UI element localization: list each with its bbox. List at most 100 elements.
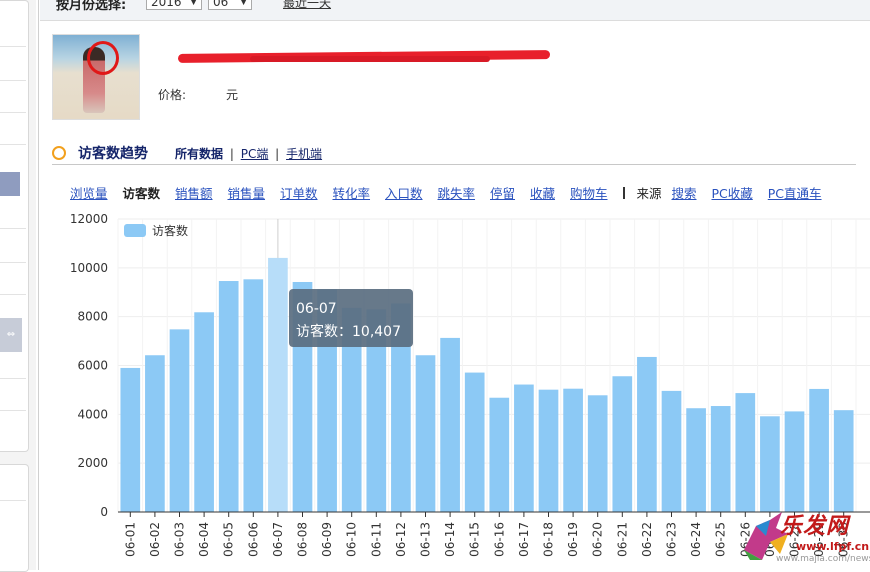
- x-tick-label: 06-19: [566, 522, 580, 557]
- device-filter-pc[interactable]: PC端: [241, 147, 269, 161]
- bar-06-15[interactable]: [464, 372, 485, 512]
- recent-day-link[interactable]: 最近一天: [283, 0, 331, 11]
- metric-tab-favorites[interactable]: 收藏: [530, 186, 555, 201]
- x-tick-label: 06-05: [222, 522, 236, 557]
- x-tick-label: 06-13: [419, 522, 433, 557]
- bar-06-03[interactable]: [169, 329, 190, 512]
- y-tick-label: 2000: [77, 456, 108, 470]
- watermark-url: www.lfpf.cn: [796, 540, 870, 553]
- bar-06-07[interactable]: [268, 257, 288, 512]
- price-label: 价格:: [158, 88, 187, 102]
- y-tick-label: 8000: [77, 310, 108, 324]
- bar-06-13[interactable]: [415, 355, 436, 512]
- left-sidebar: ⇔: [0, 0, 36, 572]
- sidebar-panel-top: [0, 0, 29, 452]
- metric-tab-bounce-rate[interactable]: 跳失率: [438, 186, 476, 201]
- bar-06-20[interactable]: [587, 395, 608, 512]
- source-tab-pc-favorites[interactable]: PC收藏: [711, 186, 752, 201]
- bar-06-16[interactable]: [489, 397, 510, 512]
- bar-06-22[interactable]: [637, 356, 657, 512]
- month-select[interactable]: 06 ▼: [208, 0, 252, 10]
- x-tick-label: 06-24: [689, 522, 703, 557]
- device-filter-all[interactable]: 所有数据: [175, 147, 223, 161]
- sidebar-divider: [0, 378, 26, 379]
- x-tick-label: 06-09: [320, 522, 334, 557]
- sidebar-divider: [0, 228, 26, 229]
- x-tick-label: 06-25: [714, 522, 728, 557]
- metric-tab-visitors[interactable]: 访客数: [123, 186, 161, 201]
- tooltip-value: 访客数：10,407: [296, 323, 401, 340]
- x-tick-label: 06-01: [123, 522, 137, 557]
- bar-06-19[interactable]: [563, 388, 583, 512]
- bar-06-24[interactable]: [686, 408, 706, 512]
- metric-tab-orders[interactable]: 订单数: [280, 186, 318, 201]
- x-tick-label: 06-23: [665, 522, 679, 557]
- section-bullet-icon: [52, 146, 66, 160]
- bar-06-01[interactable]: [120, 367, 141, 512]
- y-tick-label: 6000: [77, 359, 108, 373]
- watermark-url-secondary: www.majia.com/news: [776, 554, 870, 564]
- metric-tab-pageviews[interactable]: 浏览量: [70, 186, 108, 201]
- metric-tab-entries[interactable]: 入口数: [385, 186, 423, 201]
- y-tick-label: 0: [100, 505, 108, 519]
- bar-06-28[interactable]: [784, 411, 805, 512]
- chevron-down-icon: ▼: [190, 0, 197, 7]
- x-tick-label: 06-11: [369, 522, 383, 557]
- redaction-circle: [87, 41, 119, 75]
- x-tick-label: 06-15: [468, 522, 482, 557]
- sidebar-divider: [0, 80, 26, 81]
- y-tick-label: 12000: [70, 212, 108, 226]
- metric-tab-conversion[interactable]: 转化率: [333, 186, 371, 201]
- watermark-brand: 乐发网: [780, 514, 850, 539]
- device-filter-mobile[interactable]: 手机端: [286, 147, 322, 161]
- bar-06-05[interactable]: [218, 281, 239, 512]
- chevron-down-icon: ▼: [240, 0, 247, 7]
- bar-06-27[interactable]: [760, 416, 780, 512]
- year-select-value: 2016: [151, 0, 182, 9]
- x-tick-label: 06-20: [591, 522, 605, 557]
- content-border: [38, 0, 39, 570]
- sidebar-divider: [0, 144, 26, 145]
- metric-tab-cart[interactable]: 购物车: [570, 186, 608, 201]
- sidebar-collapse-tab[interactable]: ⇔: [0, 318, 22, 352]
- source-tab-pc-ads[interactable]: PC直通车: [768, 186, 822, 201]
- bar-06-29[interactable]: [809, 388, 829, 512]
- separator: |: [229, 147, 234, 161]
- bar-06-02[interactable]: [145, 355, 165, 512]
- bar-06-06[interactable]: [243, 279, 264, 512]
- sidebar-divider: [0, 262, 26, 263]
- bar-06-17[interactable]: [514, 384, 534, 512]
- product-thumbnail[interactable]: [52, 34, 140, 120]
- x-tick-label: 06-06: [246, 522, 260, 557]
- x-tick-label: 06-07: [271, 522, 285, 557]
- year-select[interactable]: 2016 ▼: [146, 0, 202, 10]
- x-tick-label: 06-16: [492, 522, 506, 557]
- y-tick-label: 4000: [77, 407, 108, 421]
- sidebar-divider: [0, 46, 26, 47]
- x-tick-label: 06-10: [345, 522, 359, 557]
- x-tick-label: 06-12: [394, 522, 408, 557]
- tooltip-date: 06-07: [296, 301, 337, 317]
- bar-06-26[interactable]: [735, 393, 756, 512]
- chart-legend[interactable]: 访客数: [124, 223, 188, 238]
- sidebar-divider: [0, 112, 26, 113]
- sidebar-active-item[interactable]: [0, 172, 20, 196]
- bar-06-18[interactable]: [538, 389, 559, 512]
- month-select-value: 06: [213, 0, 229, 9]
- source-label: 来源: [636, 186, 662, 201]
- bar-06-25[interactable]: [710, 406, 731, 512]
- bar-06-04[interactable]: [194, 312, 214, 512]
- bar-06-30[interactable]: [833, 410, 854, 512]
- metric-tab-sales-amount[interactable]: 销售额: [175, 186, 213, 201]
- metric-tab-sales-volume[interactable]: 销售量: [228, 186, 266, 201]
- legend-swatch: [124, 224, 146, 237]
- x-tick-label: 06-22: [640, 522, 654, 557]
- bar-06-21[interactable]: [612, 376, 633, 512]
- metric-tab-stay[interactable]: 停留: [490, 186, 515, 201]
- bar-06-23[interactable]: [661, 390, 682, 512]
- source-tab-search[interactable]: 搜索: [671, 186, 696, 201]
- x-tick-label: 06-08: [296, 522, 310, 557]
- chart-tooltip: 06-07 访客数：10,407: [289, 289, 413, 347]
- bar-06-14[interactable]: [440, 337, 460, 512]
- metric-tabs: 浏览量 访客数 销售额 销售量 订单数 转化率 入口数 跳失率 停留 收藏 购物…: [70, 183, 833, 202]
